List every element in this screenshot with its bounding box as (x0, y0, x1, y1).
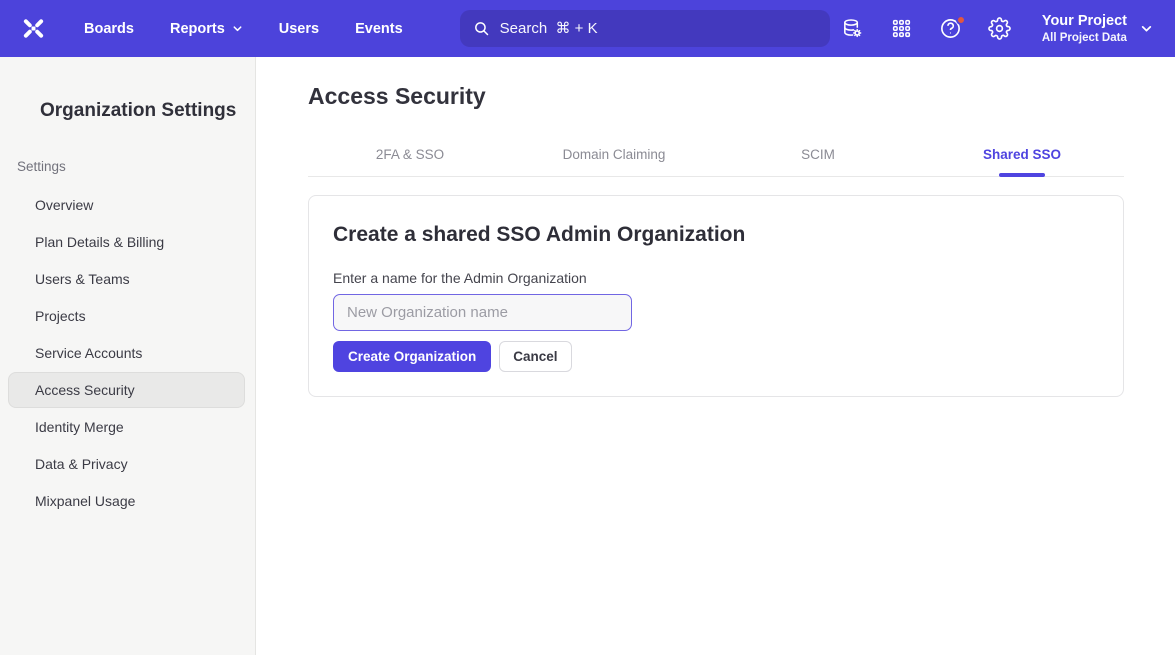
nav-reports[interactable]: Reports (170, 21, 243, 37)
chevron-down-icon (1140, 22, 1153, 35)
nav-events-label: Events (355, 21, 403, 37)
primary-nav: Boards Reports Users Events (84, 21, 403, 37)
nav-reports-label: Reports (170, 21, 225, 37)
sidebar-item-identity-merge[interactable]: Identity Merge (8, 409, 245, 445)
mixpanel-logo[interactable] (20, 15, 47, 42)
card-actions: Create Organization Cancel (333, 341, 1099, 372)
settings-gear-icon (988, 17, 1011, 40)
mixpanel-logo-icon (20, 15, 47, 42)
sidebar-title: Organization Settings (0, 57, 255, 123)
search-input[interactable] (500, 20, 817, 37)
settings-button[interactable] (988, 17, 1012, 41)
sidebar-nav: Overview Plan Details & Billing Users & … (0, 187, 255, 519)
top-navbar: Boards Reports Users Events (0, 0, 1175, 57)
tab-scim[interactable]: SCIM (716, 133, 920, 176)
sidebar-item-overview[interactable]: Overview (8, 187, 245, 223)
project-switcher[interactable]: Your Project All Project Data (1042, 12, 1153, 46)
data-pipeline-icon (841, 17, 864, 40)
help-button[interactable] (939, 17, 963, 41)
search-icon (473, 20, 490, 37)
sidebar-item-access-security[interactable]: Access Security (8, 372, 245, 408)
tab-domain-claiming[interactable]: Domain Claiming (512, 133, 716, 176)
navbar-right-group: Your Project All Project Data (841, 12, 1153, 46)
nav-users[interactable]: Users (279, 21, 319, 37)
shared-sso-card: Create a shared SSO Admin Organization E… (308, 195, 1124, 397)
cancel-button[interactable]: Cancel (499, 341, 571, 372)
card-title: Create a shared SSO Admin Organization (333, 221, 1099, 248)
sidebar-item-mixpanel-usage[interactable]: Mixpanel Usage (8, 483, 245, 519)
page-title: Access Security (308, 57, 1124, 109)
project-scope: All Project Data (1042, 31, 1127, 46)
sidebar-item-data-privacy[interactable]: Data & Privacy (8, 446, 245, 482)
sidebar-item-plan-details-billing[interactable]: Plan Details & Billing (8, 224, 245, 260)
sidebar-item-users-teams[interactable]: Users & Teams (8, 261, 245, 297)
tab-shared-sso[interactable]: Shared SSO (920, 133, 1124, 176)
nav-boards[interactable]: Boards (84, 21, 134, 37)
sidebar-item-projects[interactable]: Projects (8, 298, 245, 334)
data-pipeline-button[interactable] (841, 17, 865, 41)
tab-2fa-sso[interactable]: 2FA & SSO (308, 133, 512, 176)
nav-boards-label: Boards (84, 21, 134, 37)
apps-grid-button[interactable] (890, 17, 914, 41)
chevron-down-icon (232, 23, 243, 34)
global-search[interactable] (460, 10, 830, 47)
org-name-input[interactable] (333, 294, 632, 331)
main-content: Access Security 2FA & SSO Domain Claimin… (256, 57, 1175, 655)
create-organization-button[interactable]: Create Organization (333, 341, 491, 372)
nav-users-label: Users (279, 21, 319, 37)
project-name: Your Project (1042, 12, 1127, 31)
notification-dot (956, 15, 966, 25)
sidebar-section-label: Settings (17, 159, 255, 174)
org-settings-sidebar: Organization Settings Settings Overview … (0, 57, 256, 655)
nav-events[interactable]: Events (355, 21, 403, 37)
sidebar-item-service-accounts[interactable]: Service Accounts (8, 335, 245, 371)
apps-grid-icon (891, 18, 912, 39)
org-name-label: Enter a name for the Admin Organization (333, 270, 1099, 286)
access-security-tabs: 2FA & SSO Domain Claiming SCIM Shared SS… (308, 133, 1124, 177)
